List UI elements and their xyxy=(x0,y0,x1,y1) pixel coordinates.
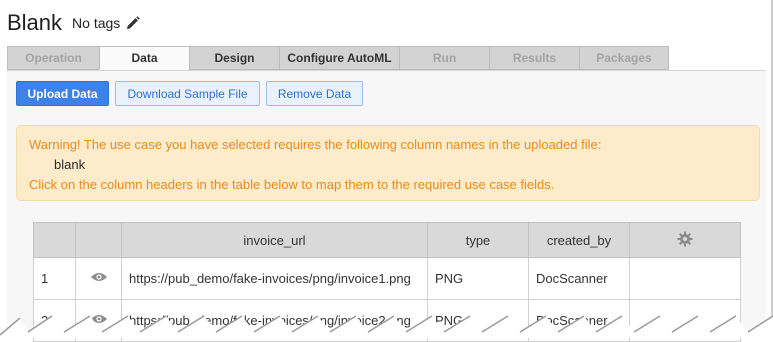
title-row: Blank No tags xyxy=(7,8,141,38)
tags-label[interactable]: No tags xyxy=(72,15,120,31)
cell-created-by: DocScanner xyxy=(528,257,630,300)
column-header-created-by[interactable]: created_by xyxy=(528,222,630,258)
cell-invoice-url: https://pub_demo/fake-invoices/png/invoi… xyxy=(121,257,428,300)
index-header xyxy=(33,222,76,258)
pencil-icon[interactable] xyxy=(126,16,141,30)
tab-results: Results xyxy=(489,46,579,70)
table-header-row: invoice_url type created_by xyxy=(33,222,741,258)
upload-data-button[interactable]: Upload Data xyxy=(16,81,109,106)
tab-packages: Packages xyxy=(579,46,669,70)
tab-bar: Operation Data Design Configure AutoML R… xyxy=(7,46,669,70)
tab-design[interactable]: Design xyxy=(189,46,279,70)
preview-cell xyxy=(75,257,122,300)
cell-type: PNG xyxy=(427,257,529,300)
tab-operation: Operation xyxy=(7,46,99,70)
tab-run: Run xyxy=(399,46,489,70)
eye-icon[interactable] xyxy=(90,271,108,286)
warning-message: Warning! The use case you have selected … xyxy=(29,137,602,152)
table-settings[interactable] xyxy=(629,222,741,258)
column-header-type[interactable]: type xyxy=(427,222,529,258)
warning-banner: Warning! The use case you have selected … xyxy=(16,125,760,201)
required-column: blank xyxy=(54,157,86,172)
row-index: 1 xyxy=(33,257,76,300)
preview-header xyxy=(75,222,122,258)
gear-icon[interactable] xyxy=(677,231,693,250)
cell-empty xyxy=(629,257,741,300)
remove-data-button[interactable]: Remove Data xyxy=(266,81,363,106)
warning-instruction: Click on the column headers in the table… xyxy=(29,177,555,192)
tab-configure-automl[interactable]: Configure AutoML xyxy=(279,46,399,70)
tab-data[interactable]: Data xyxy=(99,46,189,70)
column-header-invoice-url[interactable]: invoice_url xyxy=(121,222,428,258)
page-title: Blank xyxy=(7,10,63,35)
table-row: 1 https://pub_demo/fake-invoices/png/inv… xyxy=(33,257,741,300)
torn-edge xyxy=(0,315,773,338)
data-actions: Upload Data Download Sample File Remove … xyxy=(16,81,363,106)
download-sample-button[interactable]: Download Sample File xyxy=(115,81,260,106)
